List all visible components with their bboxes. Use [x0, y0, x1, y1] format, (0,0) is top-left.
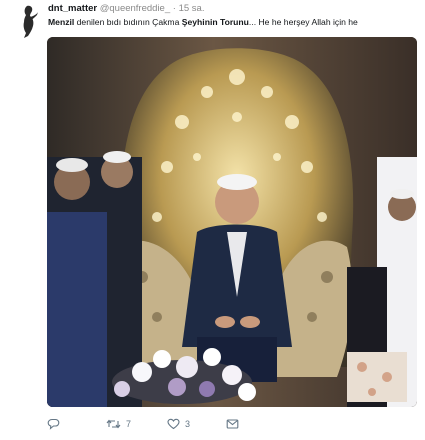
- like-button[interactable]: 3: [167, 418, 190, 430]
- tweet-photo[interactable]: [47, 37, 417, 407]
- tweet[interactable]: dnt_matter @queenfreddie_ · 15 sa. Menzi…: [0, 0, 425, 440]
- tweet-header: dnt_matter @queenfreddie_ · 15 sa.: [48, 3, 204, 15]
- display-name[interactable]: dnt_matter: [48, 3, 97, 14]
- tweet-actions: 7 3: [47, 418, 347, 432]
- reply-button[interactable]: [47, 418, 65, 430]
- like-icon: [167, 418, 180, 430]
- timestamp[interactable]: 15 sa.: [179, 3, 205, 14]
- retweet-icon: [106, 418, 121, 430]
- like-count: 3: [185, 419, 191, 429]
- user-handle[interactable]: @queenfreddie_: [100, 3, 170, 14]
- tweet-text: Menzil denilen bıdı bıdının Çakma Şeyhin…: [48, 16, 418, 28]
- tweet-text-part: ... He he herşey Allah için he: [248, 17, 358, 27]
- avatar[interactable]: [18, 4, 40, 40]
- tweet-text-part: Şeyhinin Torunu: [181, 17, 249, 27]
- photo-illustration: [47, 37, 417, 407]
- retweet-button[interactable]: 7: [106, 418, 131, 430]
- tweet-text-part: Menzil: [48, 17, 75, 27]
- message-icon: [226, 418, 239, 430]
- retweet-count: 7: [126, 419, 132, 429]
- direct-message-button[interactable]: [226, 418, 239, 430]
- reply-icon: [47, 418, 60, 430]
- tweet-text-part: denilen bıdı bıdının Çakma: [74, 17, 182, 27]
- separator-dot: ·: [172, 3, 176, 14]
